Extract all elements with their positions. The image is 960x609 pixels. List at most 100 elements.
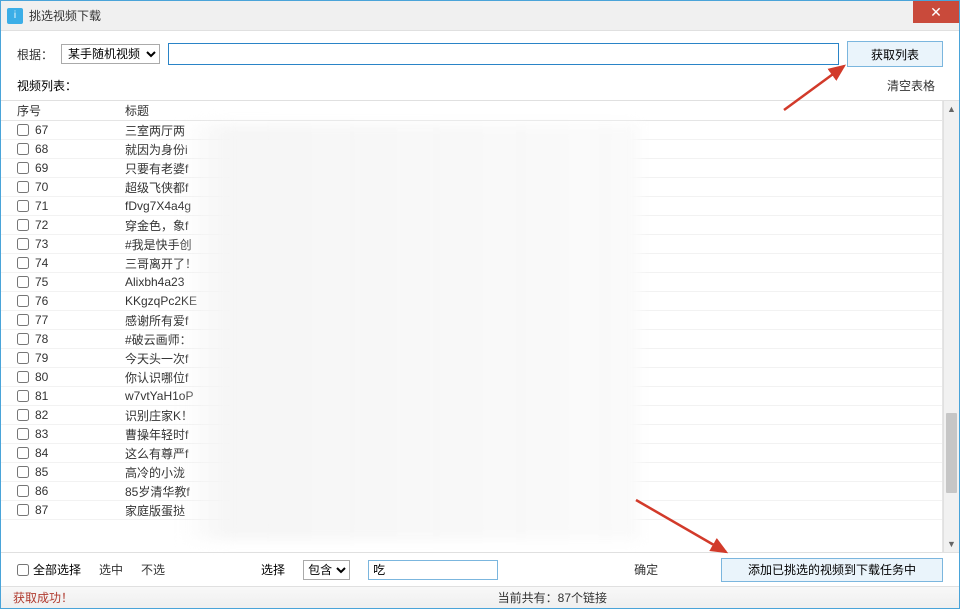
table-row[interactable]: 78#破云画师： [1, 330, 942, 349]
get-list-button[interactable]: 获取列表 [847, 41, 943, 67]
row-seq: 82 [35, 408, 48, 422]
table-row[interactable]: 87家庭版蛋挞 [1, 501, 942, 520]
row-seq: 70 [35, 180, 48, 194]
table-row[interactable]: 68 就因为身份i [1, 140, 942, 159]
table-row[interactable]: 75Alixbh4a23 [1, 273, 942, 292]
row-checkbox[interactable] [17, 409, 29, 421]
row-checkbox[interactable] [17, 333, 29, 345]
scroll-up-icon[interactable]: ▲ [944, 101, 959, 117]
row-seq: 81 [35, 389, 48, 403]
filter-mode-select[interactable]: 包含 [303, 560, 350, 580]
row-title: 85岁清华教f [121, 483, 942, 500]
list-label-row: 视频列表： 清空表格 [1, 73, 959, 100]
table-body: 67三室两厅两 68 就因为身份i 69 只要有老婆f 70 超级飞侠都f 71 fDvg7X4… [1, 121, 942, 541]
table-row[interactable]: 67三室两厅两 [1, 121, 942, 140]
row-seq: 68 [35, 142, 48, 156]
row-checkbox[interactable] [17, 371, 29, 383]
row-checkbox[interactable] [17, 219, 29, 231]
select-all-check[interactable]: 全部选择 [17, 561, 81, 578]
row-checkbox[interactable] [17, 162, 29, 174]
row-checkbox[interactable] [17, 143, 29, 155]
row-seq: 73 [35, 237, 48, 251]
row-title: 家庭版蛋挞 [121, 502, 942, 519]
row-checkbox[interactable] [17, 257, 29, 269]
row-seq: 79 [35, 351, 48, 365]
row-title: KKgzqPc2KE [121, 294, 942, 308]
select-all-label: 全部选择 [33, 561, 81, 578]
table-row[interactable]: 84 这么有尊严f [1, 444, 942, 463]
row-checkbox[interactable] [17, 428, 29, 440]
url-input[interactable] [168, 43, 839, 65]
table-row[interactable]: 72穿金色，象f [1, 216, 942, 235]
table-row[interactable]: 80你认识哪位f [1, 368, 942, 387]
row-title: fDvg7X4a4g [121, 199, 942, 213]
list-label: 视频列表： [17, 77, 77, 94]
table-row[interactable]: 74三哥离开了！ [1, 254, 942, 273]
status-left: 获取成功！ [13, 589, 73, 606]
table-row[interactable]: 73 #我是快手创 [1, 235, 942, 254]
row-title: w7vtYaH1oP [121, 389, 942, 403]
row-checkbox[interactable] [17, 352, 29, 364]
row-checkbox[interactable] [17, 504, 29, 516]
add-task-button[interactable]: 添加已挑选的视频到下载任务中 [721, 558, 943, 582]
row-title: 三哥离开了！ [121, 255, 942, 272]
row-title: 就因为身份i [121, 141, 942, 158]
row-seq: 83 [35, 427, 48, 441]
table-row[interactable]: 82识别庄家K！ [1, 406, 942, 425]
table-row[interactable]: 71 fDvg7X4a4g [1, 197, 942, 216]
confirm-link[interactable]: 确定 [634, 561, 658, 578]
window-title: 挑选视频下载 [29, 7, 101, 24]
row-checkbox[interactable] [17, 314, 29, 326]
row-checkbox[interactable] [17, 181, 29, 193]
row-checkbox[interactable] [17, 295, 29, 307]
table-row[interactable]: 70 超级飞侠都f [1, 178, 942, 197]
header-title: 标题 [121, 102, 942, 119]
row-checkbox[interactable] [17, 200, 29, 212]
table-row[interactable]: 83曹操年轻时f [1, 425, 942, 444]
row-checkbox[interactable] [17, 485, 29, 497]
row-checkbox[interactable] [17, 390, 29, 402]
row-seq: 76 [35, 294, 48, 308]
check-selected-link[interactable]: 选中 [99, 561, 123, 578]
table-row[interactable]: 76 KKgzqPc2KE [1, 292, 942, 311]
row-checkbox[interactable] [17, 466, 29, 478]
row-seq: 71 [35, 199, 48, 213]
table-row[interactable]: 81 w7vtYaH1oP [1, 387, 942, 406]
table-row[interactable]: 69 只要有老婆f [1, 159, 942, 178]
statusbar: 获取成功！ 当前共有：87个链接 [1, 586, 959, 608]
row-seq: 72 [35, 218, 48, 232]
row-checkbox[interactable] [17, 276, 29, 288]
row-title: 高冷的小泷 [121, 464, 942, 481]
clear-table-link[interactable]: 清空表格 [887, 77, 935, 94]
row-seq: 84 [35, 446, 48, 460]
scroll-track[interactable] [944, 117, 959, 536]
row-title: 超级飞侠都f [121, 179, 942, 196]
row-checkbox[interactable] [17, 238, 29, 250]
table-row[interactable]: 8685岁清华教f [1, 482, 942, 501]
row-seq: 78 [35, 332, 48, 346]
row-title: #我是快手创 [121, 236, 942, 253]
row-seq: 69 [35, 161, 48, 175]
filter-text-input[interactable] [368, 560, 498, 580]
scroll-down-icon[interactable]: ▼ [944, 536, 959, 552]
row-title: 感谢所有爱f [121, 312, 942, 329]
row-title: 三室两厅两 [121, 122, 942, 139]
row-seq: 80 [35, 370, 48, 384]
table-row[interactable]: 85高冷的小泷 [1, 463, 942, 482]
scrollbar[interactable]: ▲ ▼ [943, 101, 959, 552]
table-area: 序号 标题 67三室两厅两68就因为身份i69只要有老婆f70超级飞侠都f71f… [1, 100, 959, 552]
close-icon: ✕ [930, 4, 942, 21]
row-title: 只要有老婆f [121, 160, 942, 177]
row-checkbox[interactable] [17, 447, 29, 459]
uncheck-link[interactable]: 不选 [141, 561, 165, 578]
table-row[interactable]: 77感谢所有爱f [1, 311, 942, 330]
select-all-checkbox[interactable] [17, 564, 29, 576]
row-title: 这么有尊严f [121, 445, 942, 462]
source-select[interactable]: 某手随机视频 [61, 44, 160, 64]
source-row: 根据： 某手随机视频 获取列表 [1, 31, 959, 73]
table-row[interactable]: 79今天头一次f [1, 349, 942, 368]
close-button[interactable]: ✕ [913, 1, 959, 23]
scroll-thumb[interactable] [946, 413, 957, 493]
row-checkbox[interactable] [17, 124, 29, 136]
window: i 挑选视频下载 ✕ 根据： 某手随机视频 获取列表 视频列表： 清空表格 序号… [0, 0, 960, 609]
